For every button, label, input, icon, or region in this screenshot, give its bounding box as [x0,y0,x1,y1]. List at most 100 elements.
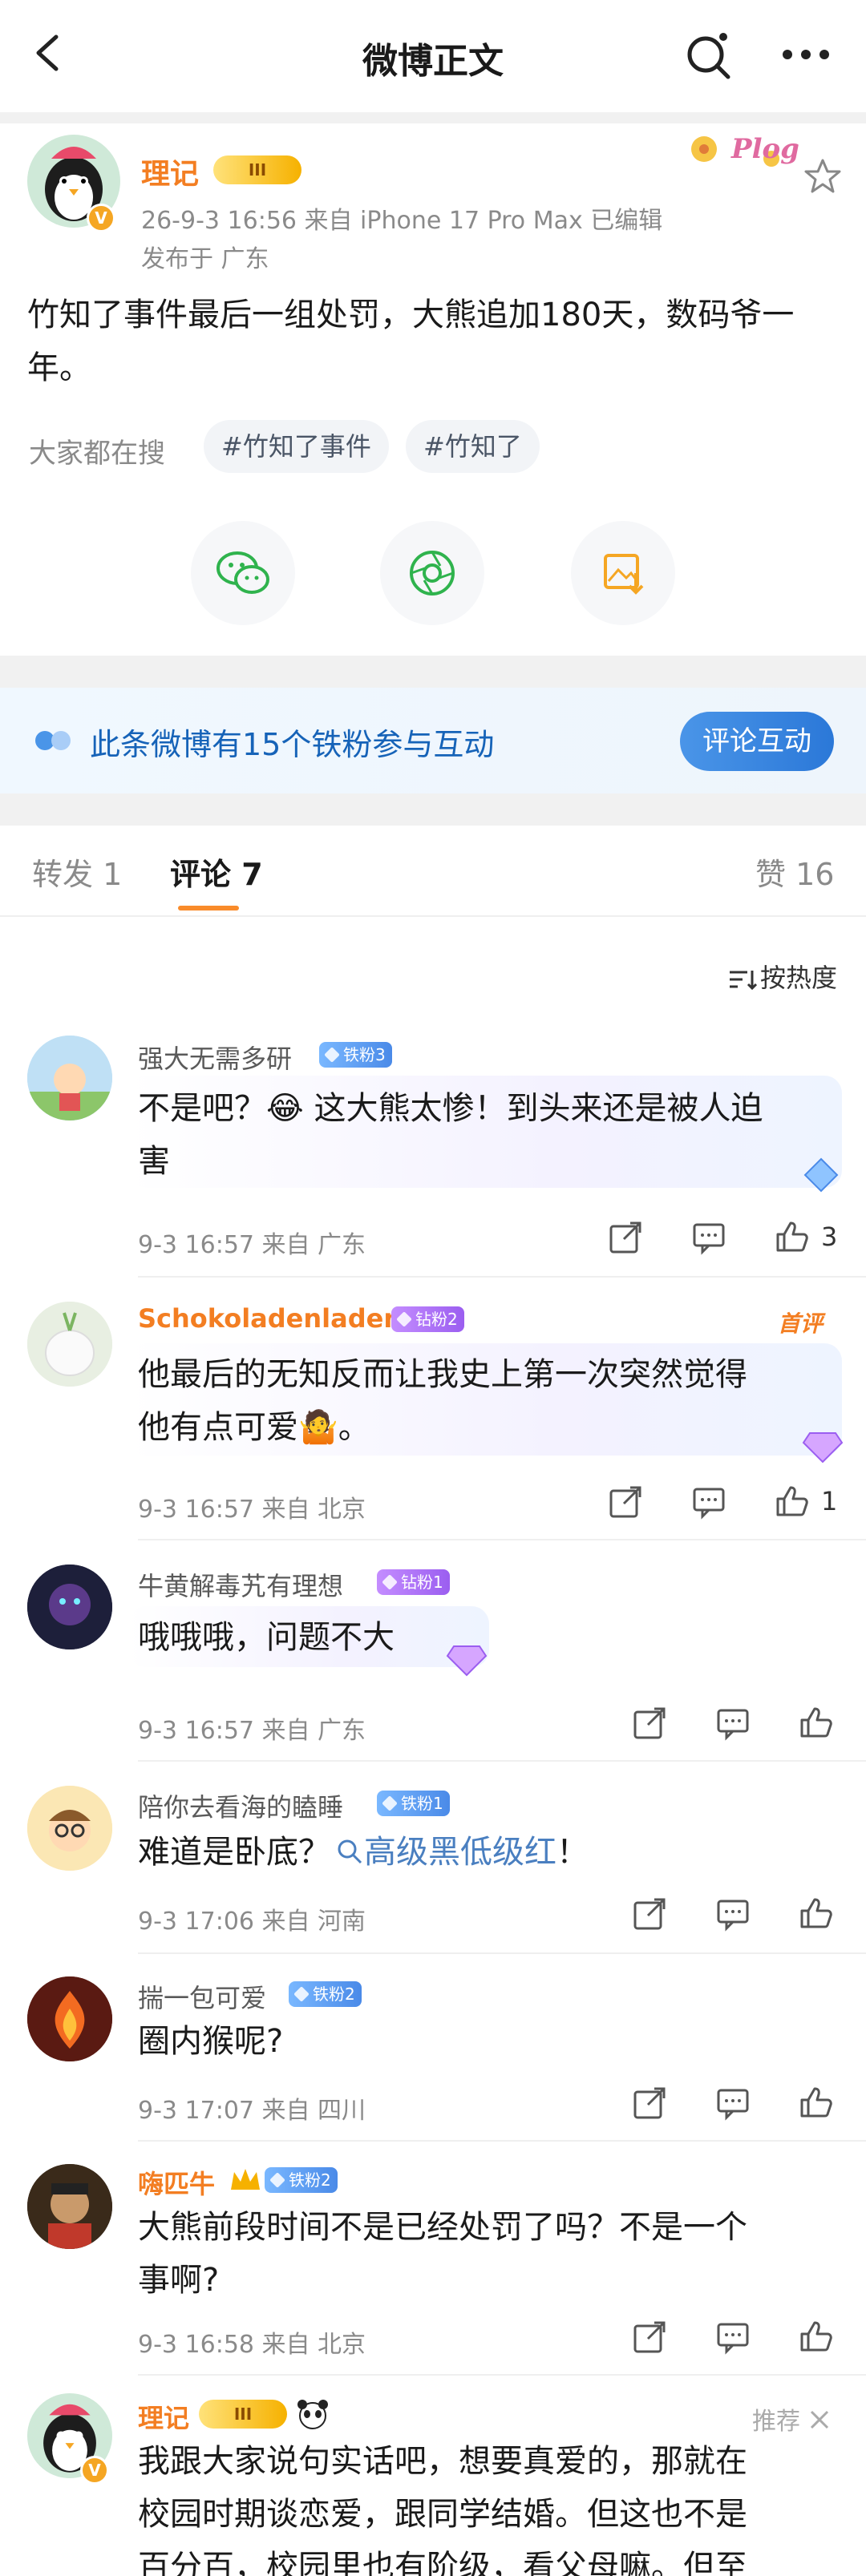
fan-level-text: 铁粉3 [343,1045,386,1064]
hashtag-chip[interactable]: #竹知了 [406,420,540,473]
commenter-name[interactable]: 陪你去看海的瞌睡 [138,1787,343,1824]
search-refresh-icon[interactable] [682,27,736,82]
fan-level-badge: 钻粉2 [391,1306,464,1332]
comment-text: 大熊前段时间不是已经处罚了吗？不是一个 事啊? [138,2201,747,2307]
favorite-star-icon[interactable] [803,157,842,196]
commenter-avatar[interactable] [27,1565,112,1649]
search-topic-link[interactable]: 高级黑低级红 [364,1834,556,1871]
like-thumb-icon[interactable] [799,2318,834,2353]
crown-level-text: III [248,160,267,180]
verified-badge: V [80,2456,109,2485]
fan-level-text: 铁粉2 [313,1984,355,2004]
comment-line: 他最后的无知反而让我史上第一次突然觉得 [138,1356,747,1393]
man-portrait-avatar-icon [27,2164,112,2249]
tab-repost[interactable]: 转发 1 [32,850,122,894]
repost-icon[interactable] [632,2320,667,2355]
trending-search-label: 大家都在搜 [29,438,165,470]
sort-icon [730,971,758,991]
like-thumb-icon[interactable] [775,1218,810,1254]
commenter-name[interactable]: 嗨匹牛 [138,2164,215,2201]
verified-badge: V [87,204,115,232]
commenter-avatar[interactable] [27,1302,112,1387]
crown-level-text: III [233,2404,253,2424]
comment-meta: 9-3 16:57 来自 北京 [138,1496,366,1524]
tab-comments[interactable]: 评论 7 [170,850,263,894]
repost-icon[interactable] [632,2085,667,2121]
share-wechat-button[interactable] [191,521,295,625]
comment-line: 校园时期谈恋爱，跟同学结婚。但这也不是 [138,2496,747,2533]
crown-level-badge: III [199,2400,287,2429]
fan-level-text: 钻粉1 [401,1573,443,1592]
commenter-name[interactable]: 强大无需多研 [138,1039,292,1076]
wechat-icon [216,551,269,594]
fire-phoenix-avatar-icon [27,1976,112,2061]
divider [138,1539,866,1540]
comment-text-prefix: 难道是卧底？ [138,1834,330,1871]
comment-icon[interactable] [691,1484,726,1520]
commenter-avatar[interactable] [27,1036,112,1120]
engagement-tabs: 转发 1 评论 7 赞 16 [0,826,866,914]
post-body: 竹知了事件最后一组处罚，大熊追加180天，数码爷一年。 [27,297,795,386]
more-options-icon[interactable] [778,37,834,72]
search-link-icon [338,1839,362,1864]
share-moments-button[interactable] [380,521,484,625]
fan-level-text: 铁粉2 [289,2170,331,2190]
comment-icon[interactable] [715,2085,751,2121]
tab-likes[interactable]: 赞 16 [755,850,834,894]
comment-line: 他有点可爱🤷。 [138,1409,370,1446]
comment-line: 害 [138,1143,170,1180]
comment-meta: 9-3 17:06 来自 河南 [138,1908,366,1936]
crown-level-badge: III [213,155,301,184]
save-image-button[interactable] [571,521,675,625]
sort-by-hot-button[interactable]: 按热度 [728,958,837,995]
author-name[interactable]: 理记 [141,151,199,192]
like-thumb-icon[interactable] [799,1704,834,1739]
recommend-label: 推荐 [752,2401,831,2437]
sticker-text: Plog [731,133,799,165]
repost-icon[interactable] [608,1220,643,1255]
diamond-icon [803,1157,839,1193]
commenter-avatar[interactable] [27,1976,112,2061]
comment-text-suffix: ！ [556,1834,589,1871]
commenter-name[interactable]: 理记 [138,2398,189,2435]
repost-icon[interactable] [632,1706,667,1741]
fan-level-badge: 铁粉2 [265,2167,338,2193]
like-thumb-icon[interactable] [799,1895,834,1930]
like-thumb-icon[interactable] [799,2084,834,2119]
post-time-source: 26-9-3 16:56 来自 iPhone 17 Pro Max 已编辑 [141,207,663,235]
comment-line: 事啊? [138,2262,220,2299]
diamond-icon [446,1645,488,1677]
comment-text: 圈内猴呢? [138,2023,284,2060]
repost-icon[interactable] [608,1484,643,1520]
comment-icon[interactable] [715,1706,751,1741]
repost-icon[interactable] [632,1896,667,1932]
hashtag-chip[interactable]: #竹知了事件 [204,420,389,473]
commenter-name[interactable]: Schokoladenladen [138,1303,402,1334]
commenter-name[interactable]: 牛黄解毒艽有理想 [138,1566,343,1603]
comment-icon[interactable] [715,1896,751,1932]
comment-icon[interactable] [691,1220,726,1255]
divider [138,1952,866,1954]
crown-icon [231,2169,260,2190]
image-download-icon [604,554,644,595]
commenter-avatar[interactable] [27,2164,112,2249]
comment-text: 哦哦哦，问题不大 [138,1619,395,1656]
comment-line: 我跟大家说句实话吧，想要真爱的，那就在 [138,2443,747,2480]
comment-icon[interactable] [715,2320,751,2355]
first-comment-badge: 首评 [778,1310,824,1337]
commenter-name[interactable]: 揣一包可爱 [138,1978,266,2015]
comment-text: 难道是卧底？ 高级黑低级红！ [138,1826,589,1879]
like-thumb-icon[interactable] [775,1483,810,1518]
comment-meta: 9-3 16:57 来自 广东 [138,1717,366,1745]
close-icon[interactable] [808,2408,831,2431]
comment-text: 他最后的无知反而让我史上第一次突然觉得 他有点可爱🤷。 [138,1348,747,1454]
divider [0,793,866,826]
commenter-avatar[interactable] [27,1786,112,1871]
fan-level-badge: 铁粉3 [319,1042,392,1068]
fan-level-badge: 钻粉1 [377,1569,450,1595]
fan-level-text: 铁粉1 [401,1794,443,1813]
plog-sticker: Plog [683,122,803,178]
comment-interact-button[interactable]: 评论互动 [680,712,834,771]
fan-level-badge: 铁粉2 [289,1981,362,2007]
sort-label: 按热度 [760,963,838,993]
